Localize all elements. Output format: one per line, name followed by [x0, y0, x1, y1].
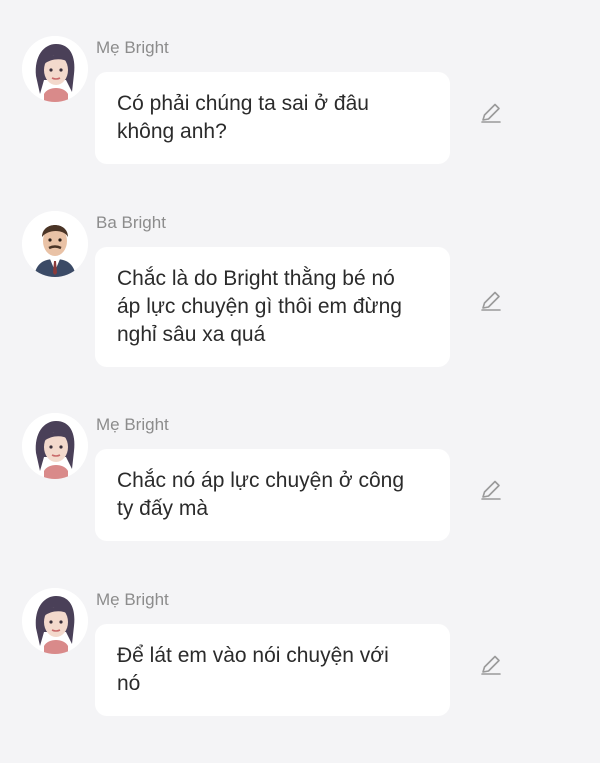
message-text: Chắc là do Bright thằng bé nó áp lực chu…	[117, 267, 402, 346]
father-avatar[interactable]	[22, 211, 88, 277]
message-text: Để lát em vào nói chuyện với nó	[117, 644, 389, 695]
mother-avatar[interactable]	[22, 36, 88, 102]
mother-avatar[interactable]	[22, 588, 88, 654]
chat-message: Mẹ Bright Để lát em vào nói chuyện với n…	[0, 588, 600, 718]
edit-pencil-icon[interactable]	[478, 288, 504, 314]
mother-avatar[interactable]	[22, 413, 88, 479]
message-bubble[interactable]: Có phải chúng ta sai ở đâu không anh?	[95, 72, 450, 164]
message-text: Có phải chúng ta sai ở đâu không anh?	[117, 92, 369, 143]
message-bubble[interactable]: Chắc là do Bright thằng bé nó áp lực chu…	[95, 247, 450, 367]
chat-message: Mẹ Bright Có phải chúng ta sai ở đâu khô…	[0, 36, 600, 166]
sender-name: Mẹ Bright	[96, 590, 169, 609]
chat-message: Ba Bright Chắc là do Bright thằng bé nó …	[0, 211, 600, 371]
sender-name: Ba Bright	[96, 213, 166, 232]
chat-message: Mẹ Bright Chắc nó áp lực chuyện ở công t…	[0, 413, 600, 543]
edit-pencil-icon[interactable]	[478, 100, 504, 126]
sender-name: Mẹ Bright	[96, 415, 169, 434]
sender-name: Mẹ Bright	[96, 38, 169, 57]
message-bubble[interactable]: Để lát em vào nói chuyện với nó	[95, 624, 450, 716]
message-bubble[interactable]: Chắc nó áp lực chuyện ở công ty đấy mà	[95, 449, 450, 541]
message-text: Chắc nó áp lực chuyện ở công ty đấy mà	[117, 469, 404, 520]
edit-pencil-icon[interactable]	[478, 652, 504, 678]
edit-pencil-icon[interactable]	[478, 477, 504, 503]
